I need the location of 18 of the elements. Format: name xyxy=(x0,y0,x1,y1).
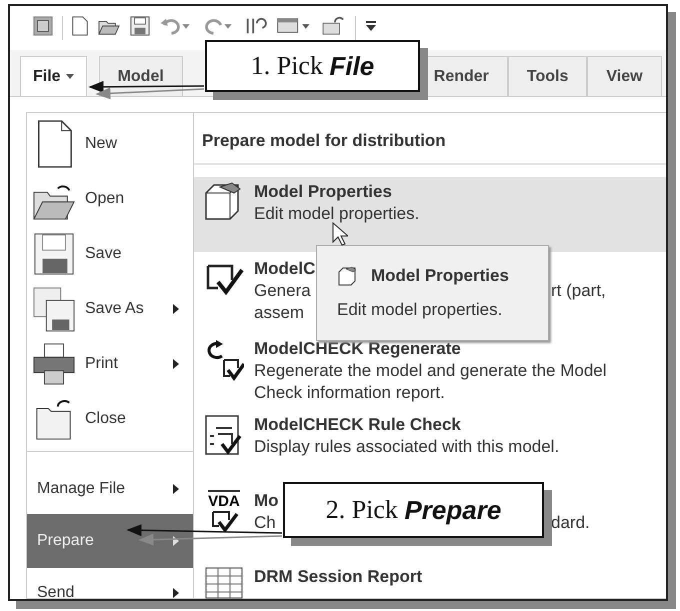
tooltip-description: Edit model properties. xyxy=(337,300,504,320)
item-title: Model Properties xyxy=(254,181,392,203)
item-description: rt (part, xyxy=(551,280,606,302)
item-description: Check information report. xyxy=(254,382,445,404)
item-description: Regenerate the model and generate the Model xyxy=(254,360,607,382)
item-description: assem xyxy=(254,302,304,324)
item-title: Mo xyxy=(254,490,279,512)
item-description: dard. xyxy=(551,512,590,534)
panel-header: Prepare model for distribution xyxy=(194,113,666,165)
item-description: Genera xyxy=(254,280,311,302)
item-description: Ch xyxy=(254,512,276,534)
item-title: ModelCHECK Regenerate xyxy=(254,338,461,360)
item-title: DRM Session Report xyxy=(254,566,422,588)
item-title: ModelC xyxy=(254,258,316,280)
item-title: ModelCHECK Rule Check xyxy=(254,414,461,436)
tooltip-title: Model Properties xyxy=(371,266,509,286)
item-description: Display rules associated with this model. xyxy=(254,436,560,458)
item-description: Edit model properties. xyxy=(254,203,420,225)
